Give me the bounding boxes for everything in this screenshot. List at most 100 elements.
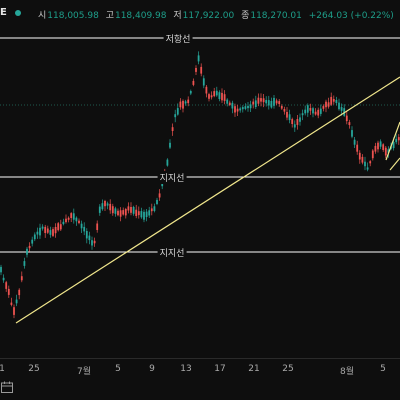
candle-body xyxy=(36,231,39,235)
candle-body xyxy=(317,109,320,116)
candle-body xyxy=(114,208,117,214)
trend-line-short-lower xyxy=(389,157,400,171)
candle-body xyxy=(379,141,382,147)
candle-body xyxy=(327,102,330,107)
x-tick: 25 xyxy=(282,364,294,374)
candle-body xyxy=(184,101,187,104)
candle-body xyxy=(153,206,156,211)
candle-body xyxy=(197,55,200,62)
candle-body xyxy=(278,101,281,104)
candle-body xyxy=(293,124,296,128)
candle-body xyxy=(291,119,294,124)
candle-body xyxy=(179,101,182,108)
candle-body xyxy=(93,240,96,244)
candle-body xyxy=(150,208,153,212)
candle-body xyxy=(39,227,41,236)
candle-body xyxy=(382,144,385,150)
candle-body xyxy=(395,138,398,143)
candle-body xyxy=(145,211,148,217)
candle-body xyxy=(218,92,221,99)
candle-body xyxy=(252,101,255,105)
candle-body xyxy=(369,161,372,164)
candle-body xyxy=(5,282,8,289)
candle-body xyxy=(262,98,265,103)
candle-body xyxy=(124,209,127,216)
candle-body xyxy=(200,66,203,74)
candle-body xyxy=(296,119,299,125)
x-tick: 25 xyxy=(28,364,40,374)
candle-body xyxy=(356,144,359,152)
candle-body xyxy=(306,105,309,113)
candle-body xyxy=(358,152,361,160)
x-tick: 7월 xyxy=(76,367,92,377)
candle-body xyxy=(109,203,112,211)
x-tick: 13 xyxy=(180,364,192,374)
candle-body xyxy=(88,235,91,241)
candle-body xyxy=(18,289,21,296)
candle-body xyxy=(78,220,80,224)
candle-body xyxy=(148,210,151,216)
candle-body xyxy=(377,142,379,150)
trend-line-main xyxy=(15,76,400,324)
candlestick-series xyxy=(0,51,400,319)
candle-body xyxy=(158,193,161,198)
candle-body xyxy=(171,127,174,131)
candle-body xyxy=(2,277,5,281)
candle-body xyxy=(137,211,140,216)
candle-body xyxy=(241,107,244,110)
candle-body xyxy=(117,210,119,216)
candle-body xyxy=(98,206,101,213)
candle-body xyxy=(127,206,130,211)
candle-body xyxy=(239,108,242,111)
candle-body xyxy=(33,234,36,240)
candle-body xyxy=(49,230,52,235)
candle-body xyxy=(338,102,340,110)
candle-body xyxy=(85,231,88,239)
candle-body xyxy=(10,302,13,305)
time-axis[interactable]: 1 25 7월 5 9 13 17 21 25 8월 5 xyxy=(0,358,400,379)
candle-body xyxy=(213,91,216,97)
candle-body xyxy=(96,223,99,230)
candle-body xyxy=(130,207,132,213)
candle-body xyxy=(234,106,236,113)
candle-body xyxy=(205,86,208,94)
x-tick: 8월 xyxy=(339,367,355,377)
candle-body xyxy=(41,226,44,229)
candle-body xyxy=(312,108,314,114)
candle-body xyxy=(174,114,177,118)
candle-body xyxy=(371,150,374,159)
candle-body xyxy=(156,199,158,204)
candle-body xyxy=(202,78,205,86)
candle-body xyxy=(215,90,218,96)
candle-body xyxy=(140,211,143,218)
price-chart[interactable] xyxy=(0,0,400,358)
candle-body xyxy=(192,80,195,85)
candle-body xyxy=(20,276,23,281)
candle-body xyxy=(335,100,338,103)
x-tick: 5 xyxy=(115,364,121,374)
candle-body xyxy=(330,96,333,105)
candle-body xyxy=(228,102,231,106)
candle-body xyxy=(322,106,325,109)
candle-body xyxy=(309,108,312,111)
x-tick: 5 xyxy=(380,364,386,374)
x-tick: 9 xyxy=(149,364,155,374)
candle-body xyxy=(223,94,226,101)
x-tick: 17 xyxy=(214,364,226,374)
candle-body xyxy=(226,99,229,104)
candle-body xyxy=(7,288,10,295)
candle-body xyxy=(314,111,317,115)
candle-body xyxy=(67,217,70,220)
candle-body xyxy=(286,112,288,118)
candle-body xyxy=(210,95,213,98)
candle-body xyxy=(283,109,286,112)
candle-body xyxy=(0,266,2,273)
candle-body xyxy=(361,156,364,163)
candle-body xyxy=(54,227,57,234)
candle-body xyxy=(106,203,109,206)
candle-body xyxy=(208,94,210,99)
candle-body xyxy=(75,217,78,222)
candle-body xyxy=(195,68,197,72)
calendar-icon[interactable] xyxy=(0,380,14,394)
candle-body xyxy=(364,161,366,167)
